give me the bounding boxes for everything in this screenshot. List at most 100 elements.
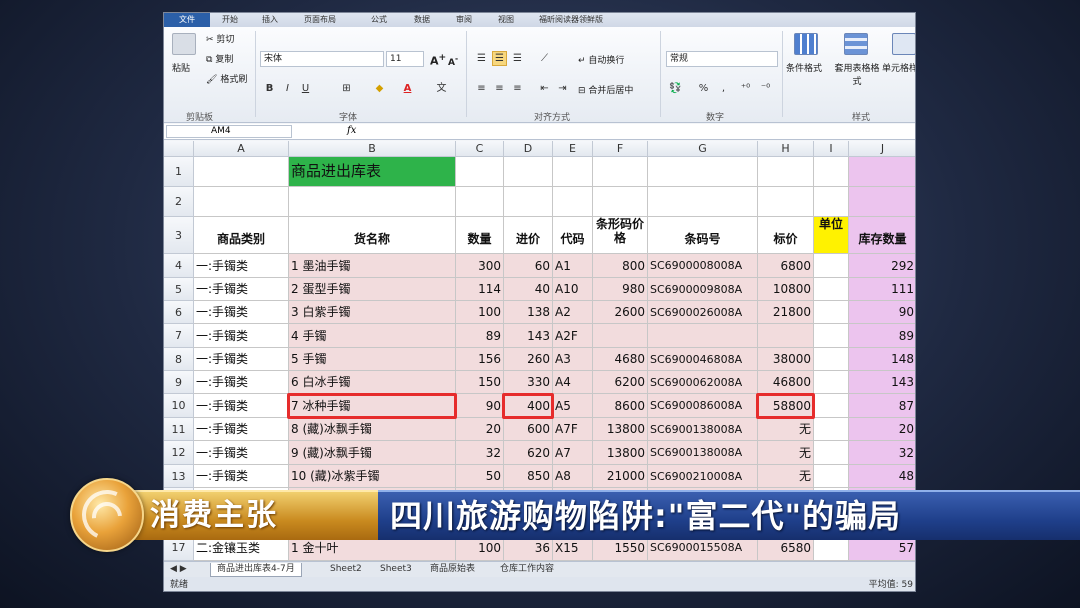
column-header[interactable]: H — [758, 141, 814, 157]
sheet-tab[interactable]: Sheet2 — [324, 563, 368, 577]
copy-button[interactable]: ⧉ 复制 — [206, 52, 233, 65]
table-cell[interactable]: 无 — [758, 441, 814, 465]
decrease-indent-icon[interactable]: ⇤ — [537, 81, 552, 96]
table-cell[interactable]: SC6900138008A — [648, 418, 758, 441]
cell-styles-icon[interactable] — [892, 33, 915, 55]
table-cell[interactable]: SC6900026008A — [648, 301, 758, 324]
align-top-icon[interactable]: ☰ — [474, 51, 489, 66]
table-cell[interactable]: 260 — [504, 348, 553, 371]
align-center-icon[interactable]: ≡ — [492, 81, 507, 96]
currency-icon[interactable]: 💱 — [668, 81, 683, 96]
column-title[interactable]: 条码号 — [648, 217, 758, 254]
orientation-icon[interactable]: ⟋ — [537, 51, 552, 66]
table-cell[interactable]: 一:手镯类 — [194, 394, 289, 418]
italic-button[interactable]: I — [280, 81, 295, 96]
table-cell[interactable]: 600 — [504, 418, 553, 441]
row-header[interactable]: 2 — [164, 187, 194, 217]
tab-formulas[interactable]: 公式 — [371, 14, 387, 25]
align-middle-icon[interactable]: ☰ — [492, 51, 507, 66]
align-bottom-icon[interactable]: ☰ — [510, 51, 525, 66]
table-cell[interactable]: 一:手镯类 — [194, 371, 289, 394]
sheet-tab[interactable]: 商品原始表 — [424, 563, 481, 577]
table-cell[interactable]: 1 墨油手镯 — [289, 254, 456, 278]
table-cell[interactable]: SC6900009808A — [648, 278, 758, 301]
empty-cell[interactable] — [814, 187, 849, 217]
table-cell[interactable]: 8600 — [593, 394, 648, 418]
empty-cell[interactable] — [456, 157, 504, 187]
table-cell[interactable]: 60 — [504, 254, 553, 278]
empty-cell[interactable] — [504, 187, 553, 217]
table-cell[interactable]: 980 — [593, 278, 648, 301]
name-box[interactable]: AM4 — [166, 125, 292, 138]
table-cell[interactable]: A7 — [553, 441, 593, 465]
row-header[interactable]: 4 — [164, 254, 194, 278]
fx-icon[interactable]: fx — [347, 125, 356, 136]
table-cell[interactable]: 150 — [456, 371, 504, 394]
table-cell[interactable]: SC6900046808A — [648, 348, 758, 371]
table-cell[interactable]: 8 (藏)冰飘手镯 — [289, 418, 456, 441]
table-cell[interactable] — [814, 394, 849, 418]
tab-file[interactable]: 文件 — [164, 13, 210, 27]
row-header[interactable]: 11 — [164, 418, 194, 441]
table-cell[interactable]: 90 — [849, 301, 915, 324]
column-header[interactable]: A — [194, 141, 289, 157]
column-title[interactable]: 单位 — [814, 217, 849, 254]
merge-center-button[interactable]: ⊟ 合并后居中 — [578, 83, 633, 96]
tab-home[interactable]: 开始 — [222, 14, 238, 25]
cell-styles-button[interactable]: 单元格样 — [882, 61, 915, 74]
table-cell[interactable]: 89 — [456, 324, 504, 348]
column-title[interactable]: 代码 — [553, 217, 593, 254]
conditional-format-icon[interactable] — [794, 33, 818, 55]
table-cell[interactable]: 2600 — [593, 301, 648, 324]
column-title[interactable]: 条形码价格 — [593, 217, 648, 254]
table-cell[interactable]: 5 手镯 — [289, 348, 456, 371]
font-name-select[interactable]: 宋体 — [260, 51, 384, 67]
table-cell[interactable] — [814, 371, 849, 394]
table-cell[interactable]: 38000 — [758, 348, 814, 371]
table-cell[interactable]: 330 — [504, 371, 553, 394]
wrap-text-button[interactable]: ↵ 自动换行 — [578, 53, 624, 66]
row-header[interactable]: 6 — [164, 301, 194, 324]
table-cell[interactable]: 2 蛋型手镯 — [289, 278, 456, 301]
empty-cell[interactable] — [504, 157, 553, 187]
conditional-format-button[interactable]: 条件格式 — [786, 61, 822, 74]
table-cell[interactable] — [814, 254, 849, 278]
table-cell[interactable]: 90 — [456, 394, 504, 418]
table-cell[interactable]: A2 — [553, 301, 593, 324]
table-cell[interactable]: 21800 — [758, 301, 814, 324]
align-left-icon[interactable]: ≡ — [474, 81, 489, 96]
table-cell[interactable] — [758, 324, 814, 348]
column-header[interactable]: E — [553, 141, 593, 157]
table-cell[interactable]: 300 — [456, 254, 504, 278]
table-cell[interactable]: 32 — [849, 441, 915, 465]
column-header[interactable]: D — [504, 141, 553, 157]
table-cell[interactable]: A2F — [553, 324, 593, 348]
sheet-tab[interactable]: Sheet3 — [374, 563, 418, 577]
table-cell[interactable]: 143 — [504, 324, 553, 348]
table-cell[interactable]: 20 — [849, 418, 915, 441]
tab-page-layout[interactable]: 页面布局 — [304, 14, 336, 25]
table-cell[interactable] — [814, 324, 849, 348]
paste-button-label[interactable]: 粘贴 — [172, 61, 190, 74]
table-cell[interactable]: 6200 — [593, 371, 648, 394]
table-cell[interactable] — [814, 441, 849, 465]
sheet-tab[interactable]: 仓库工作内容 — [494, 563, 560, 577]
table-cell[interactable]: 6800 — [758, 254, 814, 278]
column-title[interactable]: 货名称 — [289, 217, 456, 254]
grow-font-icon[interactable]: A+ — [430, 52, 446, 68]
table-cell[interactable]: 20 — [456, 418, 504, 441]
table-cell[interactable]: 一:手镯类 — [194, 348, 289, 371]
empty-cell[interactable] — [593, 187, 648, 217]
table-cell[interactable]: SC6900138008A — [648, 441, 758, 465]
row-header[interactable]: 3 — [164, 217, 194, 254]
table-cell[interactable]: 4 手镯 — [289, 324, 456, 348]
sheet-tab-active[interactable]: 商品进出库表4-7月 — [210, 563, 302, 577]
select-all-corner[interactable] — [164, 141, 194, 157]
table-cell[interactable]: 620 — [504, 441, 553, 465]
table-cell[interactable]: 87 — [849, 394, 915, 418]
table-cell[interactable]: 一:手镯类 — [194, 254, 289, 278]
table-cell[interactable]: A5 — [553, 394, 593, 418]
empty-cell[interactable] — [849, 157, 915, 187]
table-format-button[interactable]: 套用表格格式 — [832, 61, 882, 87]
empty-cell[interactable] — [194, 187, 289, 217]
